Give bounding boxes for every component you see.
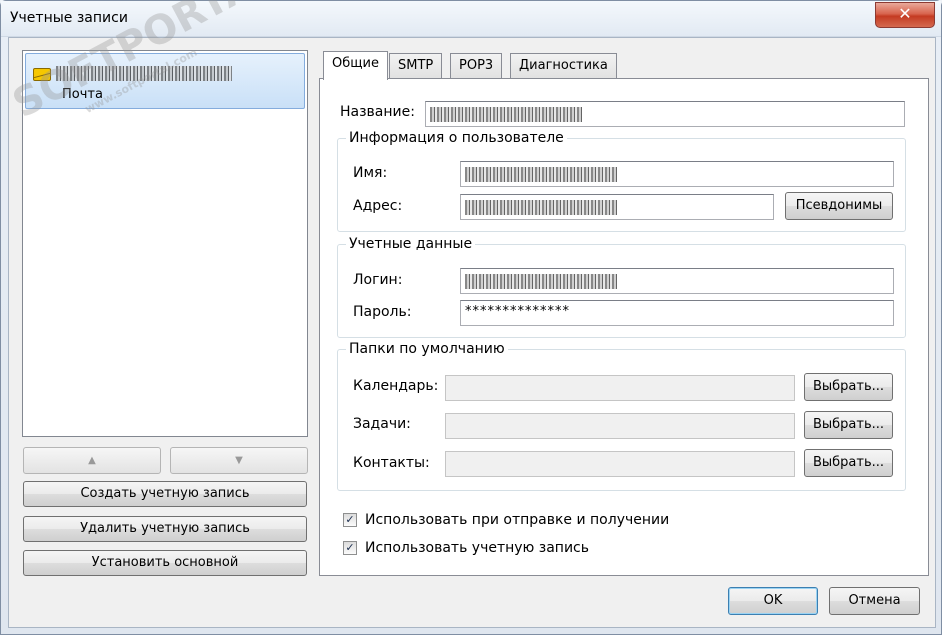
- accounts-window: Учетные записи ✕ Почта ▲ ▼ Создать учетн…: [0, 0, 942, 635]
- tab-general[interactable]: Общие: [323, 51, 388, 80]
- ok-button[interactable]: OK: [728, 587, 818, 615]
- delete-account-button[interactable]: Удалить учетную запись: [23, 516, 307, 542]
- calendar-folder-input: [445, 375, 795, 401]
- choose-contacts-button[interactable]: Выбрать...: [804, 449, 893, 477]
- choose-tasks-button[interactable]: Выбрать...: [804, 411, 893, 439]
- contacts-label: Контакты:: [353, 455, 430, 471]
- general-tab-panel: Название: Информация о пользователе Имя:…: [319, 78, 929, 576]
- title-bar: Учетные записи ✕: [1, 1, 941, 37]
- user-name-input[interactable]: [460, 161, 894, 187]
- calendar-label: Календарь:: [353, 378, 439, 394]
- check-icon: ✓: [345, 541, 355, 554]
- use-send-receive-checkbox[interactable]: ✓: [343, 513, 357, 527]
- cancel-button[interactable]: Отмена: [829, 587, 920, 615]
- password-value: **************: [465, 304, 570, 319]
- user-name-label: Имя:: [353, 165, 388, 181]
- account-name-value-redacted: [430, 107, 582, 122]
- choose-calendar-button[interactable]: Выбрать...: [804, 373, 893, 401]
- move-up-button[interactable]: ▲: [23, 447, 161, 474]
- window-title: Учетные записи: [10, 10, 128, 26]
- address-value-redacted: [465, 200, 617, 215]
- arrow-up-icon: ▲: [88, 455, 96, 466]
- password-label: Пароль:: [353, 304, 412, 320]
- login-input[interactable]: [460, 268, 894, 294]
- tab-pop3[interactable]: POP3: [450, 53, 503, 79]
- use-account-label[interactable]: Использовать учетную запись: [365, 540, 589, 556]
- credentials-title: Учетные данные: [346, 236, 476, 252]
- tasks-folder-input: [445, 413, 795, 439]
- address-input[interactable]: [460, 194, 774, 220]
- default-folders-group: Папки по умолчанию Календарь: Выбрать...…: [337, 341, 906, 491]
- account-name-label: Название:: [340, 104, 415, 120]
- account-name-redacted: [56, 66, 232, 81]
- aliases-button[interactable]: Псевдонимы: [785, 192, 893, 220]
- use-account-checkbox[interactable]: ✓: [343, 541, 357, 555]
- arrow-down-icon: ▼: [235, 455, 243, 466]
- default-folders-title: Папки по умолчанию: [346, 341, 508, 357]
- credentials-group: Учетные данные Логин: Пароль: **********…: [337, 236, 906, 338]
- tab-smtp[interactable]: SMTP: [389, 53, 443, 79]
- use-send-receive-label[interactable]: Использовать при отправке и получении: [365, 512, 669, 528]
- tab-diagnostics[interactable]: Диагностика: [510, 53, 617, 79]
- close-button[interactable]: ✕: [875, 2, 935, 28]
- user-name-value-redacted: [465, 167, 617, 182]
- account-list-item[interactable]: Почта: [25, 53, 305, 109]
- check-icon: ✓: [345, 513, 355, 526]
- password-input[interactable]: **************: [460, 300, 894, 326]
- user-info-title: Информация о пользователе: [346, 130, 567, 146]
- user-info-group: Информация о пользователе Имя: Адрес: Пс…: [337, 130, 906, 232]
- close-icon: ✕: [898, 4, 912, 23]
- envelope-icon: [33, 68, 51, 81]
- account-list[interactable]: Почта: [22, 50, 308, 437]
- address-label: Адрес:: [353, 198, 403, 214]
- create-account-button[interactable]: Создать учетную запись: [23, 481, 307, 507]
- login-value-redacted: [465, 274, 617, 289]
- account-name-input[interactable]: [425, 101, 905, 127]
- tasks-label: Задачи:: [353, 416, 411, 432]
- account-type-label: Почта: [62, 87, 103, 102]
- dialog-body: Почта ▲ ▼ Создать учетную запись Удалить…: [8, 37, 936, 628]
- move-down-button[interactable]: ▼: [170, 447, 308, 474]
- login-label: Логин:: [353, 272, 403, 288]
- contacts-folder-input: [445, 451, 795, 477]
- set-default-button[interactable]: Установить основной: [23, 550, 307, 576]
